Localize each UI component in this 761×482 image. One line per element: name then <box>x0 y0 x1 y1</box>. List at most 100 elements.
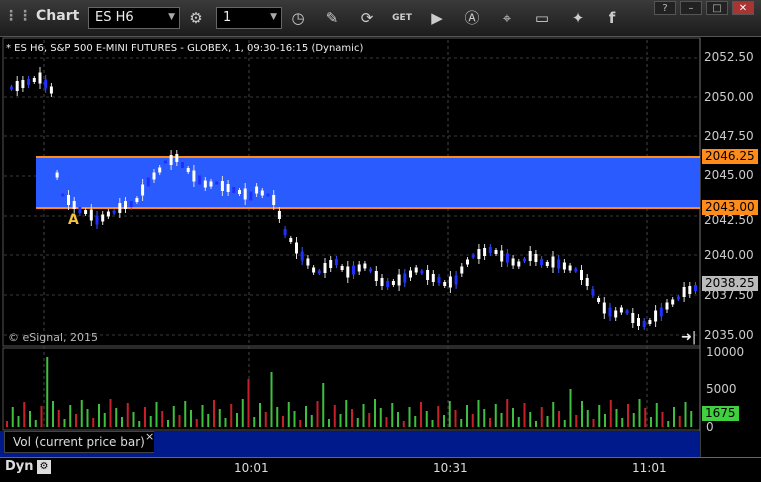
volume-bar <box>471 414 474 427</box>
candle-body <box>688 286 692 294</box>
volume-bar <box>644 408 647 427</box>
candle-body <box>289 238 293 242</box>
volume-bar <box>592 419 595 427</box>
candle-body <box>471 254 475 258</box>
volume-bar <box>6 421 8 427</box>
candle-body <box>226 184 230 192</box>
volume-bar <box>684 402 687 427</box>
candle-body <box>574 268 578 272</box>
volume-bar <box>86 409 89 427</box>
volume-bar <box>75 414 77 427</box>
volume-tick: 0 <box>706 420 714 434</box>
volume-bar <box>98 404 100 427</box>
volume-bar <box>339 414 342 427</box>
candle-body <box>72 201 76 209</box>
volume-bar <box>17 416 20 427</box>
candle-body <box>369 268 373 272</box>
close-icon[interactable]: × <box>145 430 154 443</box>
candle-body <box>568 265 572 271</box>
marker-a[interactable]: A <box>68 212 79 228</box>
candle-body <box>49 86 53 94</box>
volume-bar <box>40 406 43 427</box>
candle-body <box>637 318 640 326</box>
candle-body <box>84 210 88 214</box>
volume-tick: 10000 <box>706 345 745 359</box>
candle-body <box>272 195 276 205</box>
candle-body <box>659 307 663 317</box>
upper-level-tag: 2046.25 <box>702 149 758 164</box>
volume-bar <box>155 402 158 427</box>
volume-bar <box>328 419 330 427</box>
candle-body <box>694 285 697 291</box>
volume-bar <box>506 399 509 427</box>
candle-body <box>443 282 447 286</box>
candle-body <box>101 214 105 222</box>
candle-body <box>414 267 418 273</box>
candle-body <box>158 167 162 173</box>
volume-bar <box>345 400 348 427</box>
volume-bar <box>448 401 451 427</box>
candle-body <box>55 172 59 178</box>
candle-body <box>129 201 133 207</box>
volume-bar <box>655 403 658 427</box>
candle-body <box>238 190 241 194</box>
volume-bar <box>569 389 572 427</box>
candle-body <box>511 258 515 266</box>
volume-bar <box>477 400 480 427</box>
volume-bar <box>437 406 440 427</box>
volume-bar <box>425 411 428 427</box>
volume-bar <box>218 409 221 427</box>
volume-bar <box>310 415 313 427</box>
candle-body <box>112 210 116 214</box>
scroll-to-end-icon[interactable]: ➜| <box>681 330 696 345</box>
candle-body <box>21 80 25 88</box>
candle-body <box>562 262 566 270</box>
volume-bar <box>483 409 486 427</box>
volume-bar <box>316 401 319 427</box>
chart-header: * ES H6, S&P 500 E-MINI FUTURES - GLOBEX… <box>6 43 364 54</box>
volume-bar <box>167 420 169 427</box>
candle-body <box>591 289 595 295</box>
candle-body <box>32 78 36 82</box>
volume-bar <box>454 410 457 427</box>
candle-body <box>363 263 367 269</box>
volume-bar <box>299 420 302 427</box>
volume-bar <box>190 410 192 427</box>
volume-bar <box>224 418 227 427</box>
candle-body <box>118 203 122 213</box>
candle-body <box>648 320 652 324</box>
price-chart[interactable] <box>0 0 761 481</box>
candle-body <box>426 270 430 280</box>
candle-body <box>682 287 686 297</box>
copyright-text: © eSignal, 2015 <box>8 331 99 344</box>
volume-bar <box>673 407 675 427</box>
candle-body <box>602 302 606 314</box>
candle-body <box>557 259 561 269</box>
price-tick: 2040.00 <box>704 248 754 262</box>
volume-bar <box>638 399 641 427</box>
volume-bar <box>121 417 123 427</box>
volume-bar <box>535 421 537 427</box>
volume-bar <box>402 421 405 427</box>
time-tick: 11:01 <box>632 461 667 475</box>
candle-body <box>141 184 145 196</box>
dyn-label[interactable]: Dyn <box>5 459 34 474</box>
volume-bar <box>115 408 118 427</box>
candle-body <box>124 201 127 209</box>
candle-body <box>466 259 469 265</box>
volume-bar <box>615 409 618 427</box>
volume-bar <box>92 418 95 427</box>
volume-bar <box>460 419 463 427</box>
volume-bar <box>627 404 629 427</box>
volume-bar <box>604 414 606 427</box>
candle-body <box>340 266 344 270</box>
candle-body <box>631 313 635 323</box>
volume-bar <box>517 417 520 427</box>
candle-body <box>192 170 196 182</box>
volume-study-label[interactable]: Vol (current price bar) <box>4 431 154 453</box>
volume-bar <box>466 405 468 427</box>
candle-body <box>106 211 110 217</box>
dyn-settings-icon[interactable]: ⚙ <box>37 460 51 474</box>
volume-bar <box>494 404 497 427</box>
candle-body <box>642 321 646 327</box>
